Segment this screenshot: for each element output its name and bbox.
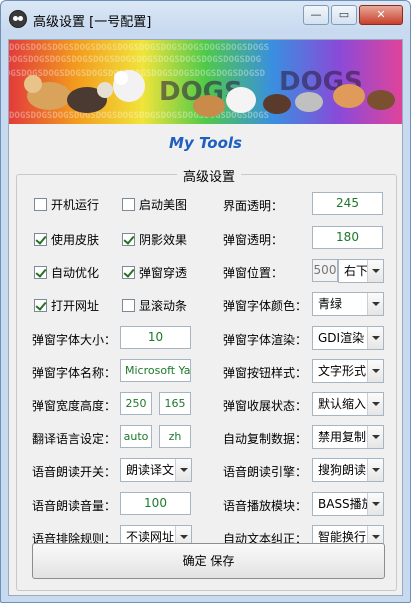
checkbox-startup-image[interactable]: 启动美图 (122, 196, 187, 212)
maximize-button[interactable]: ▭ (331, 5, 357, 25)
tts-switch-select[interactable]: 朗读译文 (120, 458, 192, 482)
font-name-input[interactable]: Microsoft Yahe (120, 359, 191, 382)
checkbox-show-scrollbar[interactable]: 显滚动条 (122, 297, 187, 313)
collapse-state-label: 弹窗收展状态： (223, 399, 308, 413)
font-size-input[interactable]: 10 (120, 326, 191, 349)
checkbox-label: 使用皮肤 (51, 232, 100, 247)
svg-text:DOGSDOGSDOGSDOGSDOGSDOGSDOGSDO: DOGSDOGSDOGSDOGSDOGSDOGSDOGSDOGSDOGSDOGS… (9, 43, 269, 53)
chevron-down-icon[interactable] (367, 493, 383, 515)
checkbox-label: 阴影效果 (139, 232, 188, 247)
checkbox-box[interactable] (122, 232, 135, 246)
select-value: 右下 (344, 264, 369, 278)
popup-height-input[interactable]: 165 (159, 392, 191, 415)
chevron-down-icon[interactable] (367, 393, 383, 415)
select-value: 文字形式 (318, 364, 367, 378)
checkbox-use-skin[interactable]: 使用皮肤 (34, 231, 99, 247)
font-name-label: 弹窗字体名称： (32, 366, 117, 380)
advanced-settings-group: 高级设置 开机运行 启动美图 使用皮肤 阴影效果 自动优化 弹窗穿透 打开网址 … (16, 166, 397, 591)
font-render-select[interactable]: GDI渲染 (312, 326, 384, 350)
group-title: 高级设置 (177, 166, 242, 185)
checkbox-shadow[interactable]: 阴影效果 (122, 231, 187, 247)
checkbox-box[interactable] (122, 197, 135, 211)
chevron-down-icon[interactable] (367, 293, 383, 315)
minimize-button[interactable]: — (303, 5, 329, 25)
popup-opacity-input[interactable]: 180 (312, 226, 383, 249)
translate-lang-label: 翻译语言设定： (32, 432, 117, 446)
app-name-caption: My Tools (169, 134, 242, 152)
tts-volume-input[interactable]: 100 (120, 492, 191, 515)
checkbox-click-through[interactable]: 弹窗穿透 (122, 264, 187, 280)
audio-module-label: 语音播放模块： (223, 499, 308, 513)
checkbox-label: 启动美图 (139, 197, 188, 212)
font-size-label: 弹窗字体大小： (32, 333, 117, 347)
checkbox-label: 显滚动条 (139, 298, 188, 313)
checkbox-box[interactable] (34, 197, 47, 211)
checkbox-box[interactable] (122, 265, 135, 279)
ui-opacity-input[interactable]: 245 (312, 192, 383, 215)
font-color-label: 弹窗字体颜色： (223, 299, 308, 313)
checkbox-box[interactable] (122, 298, 135, 312)
auto-copy-select[interactable]: 禁用复制 (312, 425, 384, 449)
checkbox-autostart[interactable]: 开机运行 (34, 196, 99, 212)
close-button[interactable]: ✕ (359, 5, 403, 25)
select-value: 搜狗朗读 (318, 463, 367, 477)
checkbox-box[interactable] (34, 232, 47, 246)
checkbox-box[interactable] (34, 298, 47, 312)
popup-position-label: 弹窗位置： (223, 266, 284, 280)
select-value: GDI渲染 (318, 331, 365, 345)
font-color-select[interactable]: 青绿 (312, 292, 384, 316)
select-value: 朗读译文 (126, 463, 175, 477)
tts-engine-select[interactable]: 搜狗朗读 (312, 458, 384, 482)
checkbox-auto-optimize[interactable]: 自动优化 (34, 264, 99, 280)
collapse-state-select[interactable]: 默认缩入 (312, 392, 384, 416)
select-value: 默认缩入 (318, 397, 367, 411)
panda-app-icon (9, 10, 27, 28)
chevron-down-icon[interactable] (367, 260, 383, 282)
popup-opacity-label: 弹窗透明： (223, 233, 284, 247)
window-title: 高级设置 [一号配置] (33, 15, 152, 30)
svg-text:DOGSDOGSDOGSDOGSDOGSDOGSDOGSDO: DOGSDOGSDOGSDOGSDOGSDOGSDOGSDOGSDOGSDOGS… (9, 111, 269, 121)
tts-switch-label: 语音朗读开关： (32, 465, 117, 479)
save-button[interactable]: 确定 保存 (32, 543, 385, 579)
tts-volume-label: 语音朗读音量： (32, 499, 117, 513)
popup-position-select[interactable]: 右下 (338, 259, 384, 283)
checkbox-label: 自动优化 (51, 265, 100, 280)
client-area: DOGSDOGSDOGSDOGSDOGSDOGSDOGSDOGSDOGSDOGS… (8, 39, 403, 596)
chevron-down-icon[interactable] (367, 459, 383, 481)
checkbox-label: 开机运行 (51, 197, 100, 212)
chevron-down-icon[interactable] (367, 426, 383, 448)
checkbox-label: 弹窗穿透 (139, 265, 188, 280)
select-value: 禁用复制 (318, 430, 367, 444)
checkbox-open-url[interactable]: 打开网址 (34, 297, 99, 313)
font-render-label: 弹窗字体渲染： (223, 333, 308, 347)
popup-position-offset[interactable]: 500 (312, 259, 338, 282)
select-value: 青绿 (318, 297, 343, 311)
audio-module-select[interactable]: BASS播放 (312, 492, 384, 516)
settings-window: 高级设置 [一号配置] — ▭ ✕ DOGSDOGSDOGSDOGSDOGSDO… (0, 0, 411, 603)
dogs-banner-illustration: DOGSDOGSDOGSDOGSDOGSDOGSDOGSDOGSDOGSDOGS… (9, 40, 402, 124)
checkbox-label: 打开网址 (51, 298, 100, 313)
chevron-down-icon[interactable] (175, 459, 191, 481)
chevron-down-icon[interactable] (367, 327, 383, 349)
auto-copy-label: 自动复制数据： (223, 432, 308, 446)
target-lang-input[interactable]: zh (159, 425, 191, 448)
button-style-label: 弹窗按钮样式： (223, 366, 308, 380)
popup-size-label: 弹窗宽度高度： (32, 399, 117, 413)
tts-engine-label: 语音朗读引擎： (223, 465, 308, 479)
popup-width-input[interactable]: 250 (120, 392, 152, 415)
svg-text:SDOGSDOGSDOGSDOGSDOGSDOGSDOGSD: SDOGSDOGSDOGSDOGSDOGSDOGSDOGSDOGSDOGSDOG… (9, 55, 261, 65)
source-lang-input[interactable]: auto (120, 425, 152, 448)
title-bar[interactable]: 高级设置 [一号配置] — ▭ ✕ (1, 1, 410, 39)
button-style-select[interactable]: 文字形式 (312, 359, 384, 383)
chevron-down-icon[interactable] (367, 360, 383, 382)
checkbox-box[interactable] (34, 265, 47, 279)
banner-image: DOGSDOGSDOGSDOGSDOGSDOGSDOGSDOGSDOGSDOGS… (9, 40, 402, 124)
ui-opacity-label: 界面透明： (223, 199, 284, 213)
